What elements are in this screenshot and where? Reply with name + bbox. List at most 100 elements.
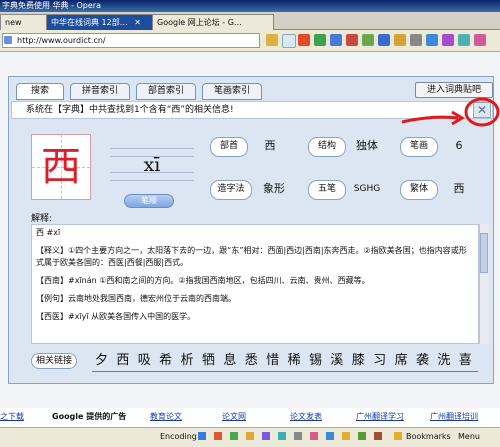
notes-icon[interactable] <box>394 34 406 46</box>
explanation-paragraph: 【西南】#xīnán ①西和南之间的方向。②指我国西南地区，包括四川、云南、贵州… <box>36 276 370 285</box>
tab-dictionary[interactable]: 中华在线词典 12部… ✕ <box>46 14 160 30</box>
zoom-icon[interactable] <box>458 34 470 46</box>
strokes-value: 6 <box>455 139 463 152</box>
related-character-link[interactable]: 吸 <box>135 351 154 371</box>
address-bar-area: http://www.ourdict.cn/ <box>0 30 500 52</box>
tab-label: Google 网上论坛 - G… <box>157 18 242 27</box>
explanation-paragraph: 【例句】云南地处我国西南，德宏州位于云南的西南端。 <box>36 294 236 303</box>
stroke-order-button[interactable]: 笔顺 <box>124 194 174 208</box>
pinyin-guide-line <box>110 180 194 181</box>
search-icon[interactable] <box>426 34 438 46</box>
red-annotation-circle <box>401 97 500 127</box>
bookmark-icon[interactable] <box>362 34 374 46</box>
related-character-link[interactable]: 袭 <box>413 351 432 371</box>
tab-label: 中华在线词典 12部… <box>51 18 128 27</box>
related-character-link[interactable]: 西 <box>113 351 132 371</box>
related-character-link[interactable]: 溪 <box>327 351 346 371</box>
explanation-label: 解释: <box>31 214 53 224</box>
related-character-link[interactable]: 析 <box>178 351 197 371</box>
radical-label: 部首 <box>210 137 248 157</box>
tab-label: new <box>5 18 22 27</box>
window-title: 字典免费使用 华典 - Opera <box>0 0 500 12</box>
bookmarks-menu[interactable]: Bookmarks <box>406 428 451 446</box>
ad-link[interactable]: 教育论文 <box>150 411 182 423</box>
print-icon[interactable] <box>410 34 422 46</box>
traditional-label: 繁体 <box>400 180 438 200</box>
bookmark-icon[interactable] <box>394 432 402 440</box>
forward-icon[interactable] <box>282 34 296 48</box>
encoding-menu[interactable]: Encoding <box>160 428 197 446</box>
formation-value: 象形 <box>263 182 285 195</box>
tab-pinyin-index[interactable]: 拼音索引 <box>70 83 130 100</box>
traditional-value: 西 <box>453 182 465 195</box>
home-icon[interactable] <box>330 34 342 46</box>
mail-icon[interactable] <box>378 34 390 46</box>
transfer-icon[interactable] <box>358 432 366 440</box>
ad-link[interactable]: 之下载 <box>0 411 24 423</box>
related-underline <box>92 371 478 372</box>
related-character-link[interactable]: 锡 <box>306 351 325 371</box>
related-links-label: 相关链接 <box>31 353 77 369</box>
scrollbar-thumb[interactable] <box>480 233 488 273</box>
page-icon <box>4 36 12 44</box>
address-input[interactable]: http://www.ourdict.cn/ <box>2 33 260 48</box>
zoom-icon[interactable] <box>262 432 270 440</box>
ad-link[interactable]: 论文网 <box>222 411 246 423</box>
main-menu[interactable]: Menu <box>458 428 480 446</box>
encoding-icon[interactable] <box>198 432 206 440</box>
pinyin-guide-line <box>110 148 194 149</box>
status-bar: Encoding Bookmarks Menu <box>0 427 500 447</box>
chat-icon[interactable] <box>310 432 318 440</box>
strokes-label: 笔画 <box>400 137 438 157</box>
stop-icon[interactable] <box>298 34 310 46</box>
formation-label: 造字法 <box>210 180 252 200</box>
settings-icon[interactable] <box>474 34 486 46</box>
related-character-link[interactable]: 洗 <box>434 351 453 371</box>
panel-icon[interactable] <box>442 34 454 46</box>
notes-icon[interactable] <box>342 432 350 440</box>
headword-character: 西 <box>41 144 81 190</box>
wubi-label: 五笔 <box>308 180 346 200</box>
related-character-link[interactable]: 息 <box>220 351 239 371</box>
related-character-link[interactable]: 牺 <box>199 351 218 371</box>
explanation-paragraph: 【西医】#xīyī 从欧美各国传入中国的医学。 <box>36 312 196 321</box>
ad-link[interactable]: 论文发表 <box>290 411 322 423</box>
history-icon[interactable] <box>346 34 358 46</box>
tab-bar: new 中华在线词典 12部… ✕ Google 网上论坛 - G… <box>0 12 500 30</box>
related-character-link[interactable]: 希 <box>156 351 175 371</box>
related-character-link[interactable]: 膝 <box>349 351 368 371</box>
wubi-value: SGHG <box>353 184 381 194</box>
widget-icon[interactable] <box>374 432 382 440</box>
close-tab-icon[interactable]: ✕ <box>134 18 141 27</box>
mail-icon[interactable] <box>294 432 302 440</box>
related-character-link[interactable]: 夕 <box>92 351 111 371</box>
structure-label: 结构 <box>308 137 346 157</box>
radical-value: 西 <box>264 139 276 152</box>
google-ads-label[interactable]: Google 提供的广告 <box>52 411 126 423</box>
related-character-link[interactable]: 稀 <box>285 351 304 371</box>
explanation-paragraph: 西 #xī <box>36 228 61 237</box>
content-icon[interactable] <box>214 432 222 440</box>
explanation-text: 西 #xī 【释义】①四个主要方向之一，太阳落下去的一边，跟“东”相对：西面|西… <box>31 224 479 344</box>
back-icon[interactable] <box>266 34 278 46</box>
explanation-paragraph: 【释义】①四个主要方向之一，太阳落下去的一边，跟“东”相对：西面|西边|西南|东… <box>36 246 467 267</box>
tab-google-groups[interactable]: Google 网上论坛 - G… <box>152 14 274 30</box>
ad-links-row: 之下载 Google 提供的广告 教育论文 论文网 论文发表 广州翻译学习 广州… <box>0 411 500 423</box>
tab-search[interactable]: 搜索 <box>16 83 64 100</box>
related-character-link[interactable]: 席 <box>392 351 411 371</box>
related-character-link[interactable]: 习 <box>370 351 389 371</box>
ad-link[interactable]: 广州翻译学习 <box>356 411 404 423</box>
ad-link[interactable]: 广州翻译培训 <box>430 411 478 423</box>
related-character-link[interactable]: 惜 <box>263 351 282 371</box>
related-character-link[interactable]: 喜 <box>456 351 475 371</box>
image-icon[interactable] <box>230 432 238 440</box>
related-character-link[interactable]: 悉 <box>242 351 261 371</box>
pinyin-text: xī <box>143 154 161 176</box>
tab-radical-index[interactable]: 部首索引 <box>136 83 196 100</box>
panel-icon[interactable] <box>326 432 334 440</box>
security-icon[interactable] <box>278 432 286 440</box>
reload-icon[interactable] <box>314 34 326 46</box>
structure-value: 独体 <box>356 139 378 152</box>
style-icon[interactable] <box>246 432 254 440</box>
tab-stroke-index[interactable]: 笔画索引 <box>202 83 262 100</box>
